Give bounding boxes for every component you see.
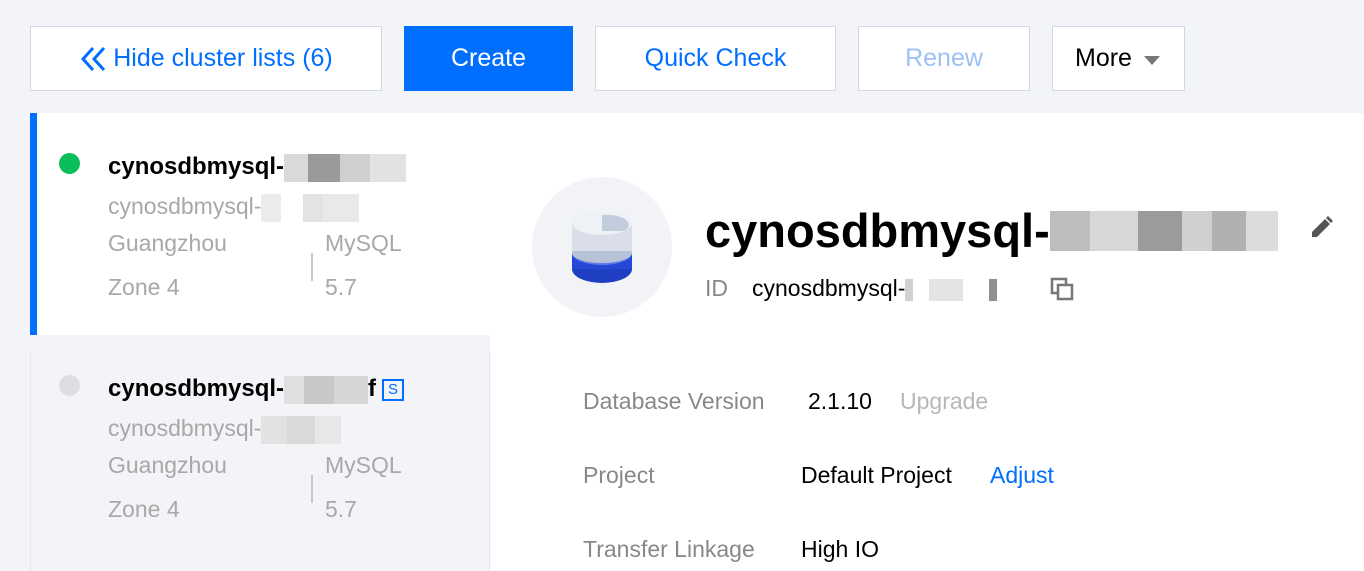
cluster-sub-id: cynosdbmysql- bbox=[108, 415, 342, 444]
divider bbox=[311, 475, 313, 503]
cluster-engine: MySQL 5.7 bbox=[325, 221, 402, 309]
project-value: Default Project bbox=[801, 462, 952, 488]
cluster-name-text: cynosdbmysql- bbox=[108, 375, 285, 402]
cluster-title-text: cynosdbmysql- bbox=[705, 204, 1050, 257]
cluster-region: Guangzhou Zone 4 bbox=[108, 443, 227, 531]
hide-cluster-lists-label: Hide cluster lists (6) bbox=[113, 44, 333, 72]
redacted-mosaic bbox=[905, 278, 1009, 301]
redacted-mosaic bbox=[1049, 211, 1278, 251]
region-text: Guangzhou bbox=[108, 452, 227, 478]
cluster-avatar bbox=[532, 177, 672, 317]
project-label: Project bbox=[583, 462, 655, 488]
engine-text: MySQL bbox=[325, 230, 402, 256]
id-label: ID bbox=[705, 275, 728, 301]
cluster-name: cynosdbmysql- bbox=[108, 153, 407, 182]
toolbar: Hide cluster lists (6) Create Quick Chec… bbox=[0, 0, 1364, 113]
divider bbox=[311, 253, 313, 281]
cluster-name-tail: f bbox=[368, 375, 377, 402]
cluster-card[interactable]: cynosdbmysql- fS cynosdbmysql- Guangzhou… bbox=[30, 351, 490, 571]
cluster-name: cynosdbmysql- fS bbox=[108, 375, 405, 404]
caret-down-icon bbox=[1143, 56, 1160, 65]
more-label: More bbox=[1075, 44, 1132, 72]
cluster-id-text: cynosdbmysql- bbox=[752, 275, 906, 301]
cluster-name-text: cynosdbmysql- bbox=[108, 153, 285, 180]
transfer-linkage-label: Transfer Linkage bbox=[583, 536, 755, 562]
quick-check-button[interactable]: Quick Check bbox=[595, 26, 836, 91]
engine-text: MySQL bbox=[325, 452, 402, 478]
engine-version-text: 5.7 bbox=[325, 274, 357, 300]
region-text: Guangzhou bbox=[108, 230, 227, 256]
cluster-sub-text: cynosdbmysql- bbox=[108, 193, 262, 219]
transfer-linkage-value: High IO bbox=[801, 536, 879, 562]
cluster-engine: MySQL 5.7 bbox=[325, 443, 402, 531]
edit-pencil-icon[interactable] bbox=[1308, 215, 1334, 241]
cluster-title: cynosdbmysql- bbox=[705, 203, 1278, 258]
upgrade-link[interactable]: Upgrade bbox=[900, 388, 988, 415]
renew-button[interactable]: Renew bbox=[858, 26, 1030, 91]
cluster-region: Guangzhou Zone 4 bbox=[108, 221, 227, 309]
redacted-mosaic bbox=[284, 375, 369, 404]
adjust-project-link[interactable]: Adjust bbox=[990, 462, 1054, 489]
serverless-badge: S bbox=[382, 378, 405, 401]
cluster-card[interactable]: cynosdbmysql- cynosdbmysql- Guangzhou Zo… bbox=[30, 113, 490, 335]
status-running-icon bbox=[59, 153, 80, 174]
create-button[interactable]: Create bbox=[404, 26, 573, 91]
engine-version-text: 5.7 bbox=[325, 496, 357, 522]
database-icon bbox=[572, 211, 632, 283]
redacted-mosaic bbox=[261, 193, 360, 222]
cluster-sub-text: cynosdbmysql- bbox=[108, 415, 262, 441]
cluster-sub-id: cynosdbmysql- bbox=[108, 193, 360, 222]
database-version-value: 2.1.10 bbox=[808, 388, 872, 414]
cluster-list: cynosdbmysql- cynosdbmysql- Guangzhou Zo… bbox=[30, 113, 490, 571]
status-inactive-icon bbox=[59, 375, 80, 396]
database-version-label: Database Version bbox=[583, 388, 765, 414]
cluster-id: cynosdbmysql- bbox=[752, 275, 1009, 302]
zone-text: Zone 4 bbox=[108, 496, 180, 522]
copy-icon[interactable] bbox=[1050, 277, 1074, 301]
hide-cluster-lists-button[interactable]: Hide cluster lists (6) bbox=[30, 26, 382, 91]
zone-text: Zone 4 bbox=[108, 274, 180, 300]
double-chevron-left-icon bbox=[81, 46, 106, 71]
cluster-detail-panel: cynosdbmysql- ID cynosdbmysql- Database … bbox=[490, 113, 1364, 571]
redacted-mosaic bbox=[261, 415, 342, 444]
more-dropdown[interactable]: More bbox=[1052, 26, 1185, 91]
redacted-mosaic bbox=[284, 153, 407, 182]
